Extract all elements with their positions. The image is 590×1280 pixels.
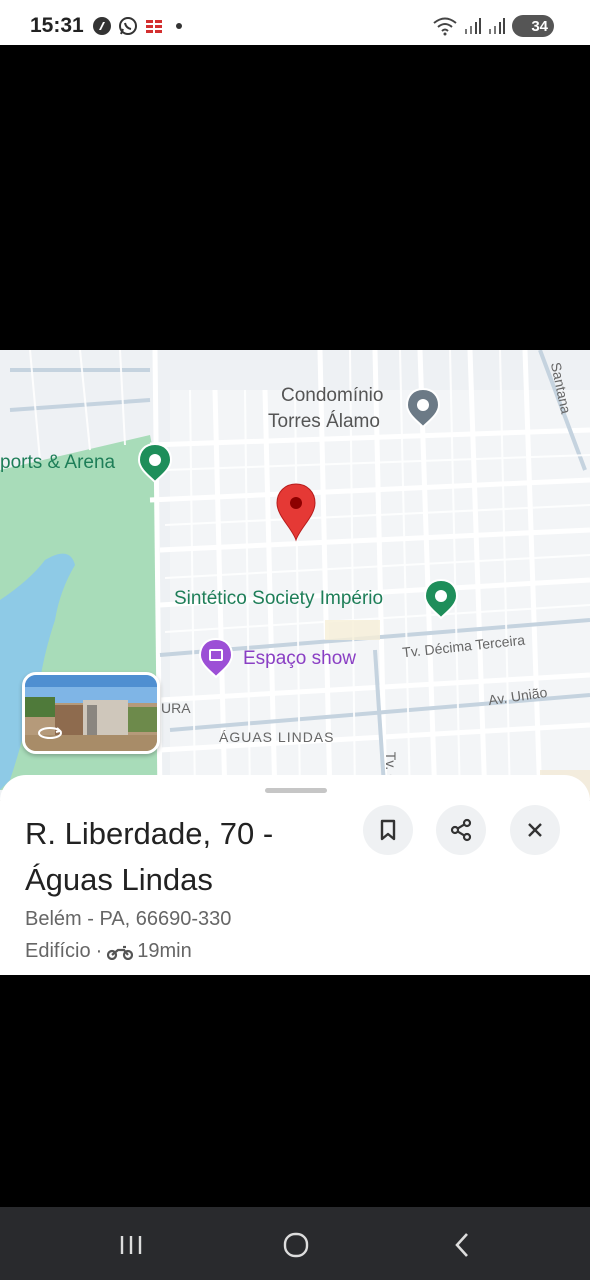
poi-label-condominio-line2[interactable]: Torres Álamo	[268, 411, 380, 433]
close-icon	[528, 823, 542, 837]
home-button[interactable]	[276, 1225, 316, 1265]
signal-icon	[465, 18, 481, 34]
app-icon	[146, 19, 162, 34]
place-title: R. Liberdade, 70 - Águas Lindas	[25, 816, 274, 897]
poi-pin-purple-icon[interactable]	[198, 637, 234, 679]
place-meta: Edifício · 19min	[25, 940, 192, 963]
back-button[interactable]	[442, 1225, 482, 1265]
travel-time: 19min	[137, 940, 192, 962]
meta-separator: ·	[95, 940, 103, 962]
place-address: Belém - PA, 66690-330	[25, 908, 232, 930]
map-view[interactable]: Condomínio Torres Álamo ports & Arena Si…	[0, 350, 590, 800]
poi-label-sintetico[interactable]: Sintético Society Império	[174, 588, 383, 610]
poi-pin-green-icon[interactable]	[423, 578, 459, 620]
whatsapp-icon	[119, 17, 137, 35]
poi-label-condominio-line1[interactable]: Condomínio	[281, 385, 383, 407]
place-category: Edifício	[25, 940, 91, 962]
back-icon	[455, 1233, 468, 1257]
poi-label-arena[interactable]: ports & Arena	[0, 452, 115, 474]
status-bar: 15:31 34	[0, 0, 590, 45]
close-button[interactable]	[510, 805, 560, 855]
street-view-360-icon	[38, 727, 62, 739]
nfc-app-icon	[93, 17, 111, 35]
motorcycle-icon	[107, 945, 134, 960]
wifi-icon	[433, 17, 457, 36]
poi-label-espaco-show[interactable]: Espaço show	[243, 648, 356, 670]
street-label-ura: URA	[161, 700, 191, 716]
home-icon	[283, 1232, 309, 1258]
recents-button[interactable]	[111, 1225, 151, 1265]
street-view-thumbnail[interactable]	[22, 672, 160, 754]
signal-icon	[489, 18, 505, 34]
street-label-aguas-lindas: ÁGUAS LINDAS	[219, 729, 335, 745]
save-button[interactable]	[363, 805, 413, 855]
bookmark-icon	[380, 819, 396, 841]
sheet-drag-handle[interactable]	[265, 788, 327, 793]
battery-icon: 34	[512, 15, 554, 37]
more-notifications-dot	[176, 23, 182, 29]
place-details-sheet[interactable]: R. Liberdade, 70 - Águas Lindas Belém - …	[0, 775, 590, 975]
poi-pin-green-icon[interactable]	[137, 442, 173, 484]
share-button[interactable]	[436, 805, 486, 855]
poi-pin-gray-icon[interactable]	[405, 387, 441, 429]
black-letterbox-top	[0, 45, 590, 350]
status-time: 15:31	[30, 14, 84, 37]
battery-level: 34	[531, 17, 548, 35]
status-notification-icons	[92, 16, 182, 36]
share-icon	[450, 818, 472, 842]
status-system-icons: 34	[432, 15, 554, 37]
recents-icon	[120, 1236, 142, 1254]
location-pin-icon[interactable]	[275, 482, 317, 542]
system-navigation-bar	[0, 1207, 590, 1280]
black-letterbox-bottom	[0, 975, 590, 1207]
